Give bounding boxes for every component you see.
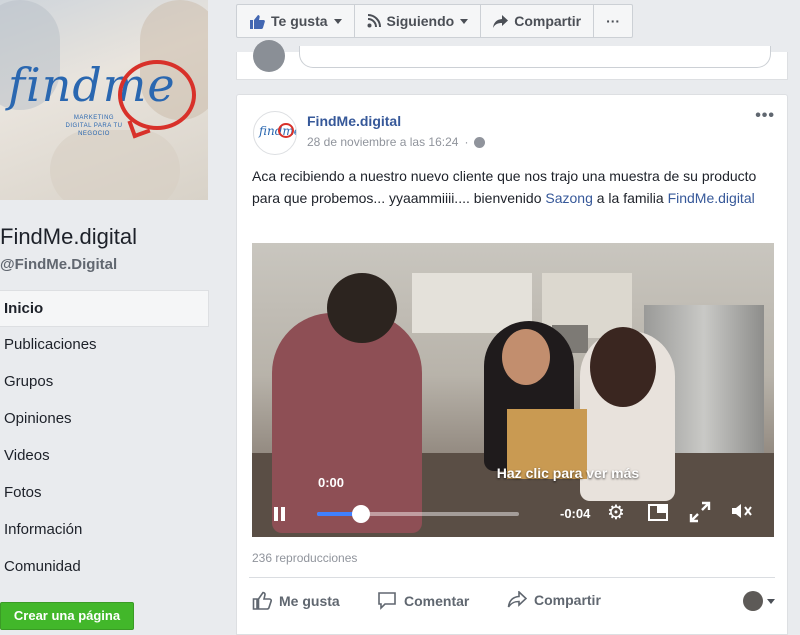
share-page-button[interactable]: Compartir bbox=[481, 5, 595, 37]
comment-button[interactable]: Comentar bbox=[377, 591, 469, 610]
video-person bbox=[327, 273, 397, 343]
previous-post-fragment bbox=[236, 40, 788, 80]
video-progress-bar[interactable] bbox=[317, 505, 519, 523]
comment-label: Comentar bbox=[404, 592, 470, 609]
rss-icon bbox=[367, 14, 381, 28]
follow-page-button[interactable]: Siguiendo bbox=[355, 5, 482, 37]
like-label: Me gusta bbox=[279, 592, 340, 609]
page-nav: Inicio Publicaciones Grupos Opiniones Vi… bbox=[0, 290, 209, 586]
divider bbox=[249, 577, 775, 578]
post-author-avatar[interactable]: findme bbox=[253, 111, 297, 155]
sidebar-item-informacion[interactable]: Información bbox=[0, 512, 209, 549]
page-handle[interactable]: @FindMe.Digital bbox=[0, 256, 117, 273]
avatar bbox=[253, 40, 285, 72]
sidebar-item-inicio[interactable]: Inicio bbox=[0, 290, 209, 327]
post-options-button[interactable]: ••• bbox=[755, 107, 775, 125]
chevron-down-icon[interactable] bbox=[767, 599, 775, 604]
video-person bbox=[590, 327, 656, 407]
sidebar-item-videos[interactable]: Videos bbox=[0, 438, 209, 475]
post-text: Aca recibiendo a nuestro nuevo cliente q… bbox=[252, 165, 777, 209]
brand-logo-bubble-icon bbox=[118, 60, 196, 130]
thumbs-up-icon bbox=[252, 591, 272, 610]
page-sidebar: findme MARKETING DIGITAL PARA TU NEGOCIO… bbox=[0, 0, 222, 635]
comment-input[interactable] bbox=[299, 46, 771, 68]
mention-sazong[interactable]: Sazong bbox=[545, 190, 592, 206]
like-button[interactable]: Me gusta bbox=[252, 591, 340, 610]
like-page-label: Te gusta bbox=[271, 13, 328, 29]
video-player[interactable]: Haz clic para ver más 0:00 -0:04 ⚙ bbox=[252, 243, 774, 537]
post-text-part: a la familia bbox=[592, 190, 668, 206]
share-button[interactable]: Compartir bbox=[507, 591, 601, 608]
video-scrubber-handle[interactable] bbox=[352, 505, 371, 523]
sidebar-item-publicaciones[interactable]: Publicaciones bbox=[0, 327, 209, 364]
more-options-button[interactable]: ··· bbox=[594, 5, 632, 37]
gear-icon[interactable]: ⚙ bbox=[604, 501, 628, 525]
page-title[interactable]: FindMe.digital bbox=[0, 224, 137, 250]
picture-in-picture-icon[interactable] bbox=[646, 501, 670, 525]
post-actions: Me gusta Comentar Compartir bbox=[237, 585, 789, 617]
thumbs-up-icon bbox=[250, 14, 265, 29]
chevron-down-icon bbox=[460, 18, 469, 24]
create-page-button[interactable]: Crear una página bbox=[0, 602, 134, 630]
chevron-down-icon bbox=[333, 18, 342, 24]
video-current-time: 0:00 bbox=[318, 475, 345, 490]
share-arrow-icon bbox=[493, 14, 509, 28]
video-controls: -0:04 ⚙ bbox=[252, 495, 774, 531]
view-count[interactable]: 236 reproducciones bbox=[252, 551, 357, 565]
mention-findme[interactable]: FindMe.digital bbox=[668, 190, 755, 206]
share-label: Compartir bbox=[534, 591, 601, 608]
brand-logo-bubble-icon bbox=[278, 123, 294, 138]
share-page-label: Compartir bbox=[514, 13, 582, 29]
video-remaining-time: -0:04 bbox=[560, 506, 591, 521]
pause-icon[interactable] bbox=[274, 507, 286, 521]
sidebar-item-comunidad[interactable]: Comunidad bbox=[0, 549, 209, 586]
sidebar-item-grupos[interactable]: Grupos bbox=[0, 364, 209, 401]
sidebar-item-fotos[interactable]: Fotos bbox=[0, 475, 209, 512]
video-person bbox=[502, 329, 550, 385]
facebook-page: findme MARKETING DIGITAL PARA TU NEGOCIO… bbox=[0, 0, 800, 635]
sidebar-item-opiniones[interactable]: Opiniones bbox=[0, 401, 209, 438]
follow-page-label: Siguiendo bbox=[386, 13, 455, 29]
post-timestamp[interactable]: 28 de noviembre a las 16:24 bbox=[307, 135, 458, 149]
post-author-name[interactable]: FindMe.digital bbox=[307, 113, 401, 129]
volume-muted-icon[interactable] bbox=[730, 501, 754, 525]
post-meta: 28 de noviembre a las 16:24 · bbox=[307, 135, 486, 149]
profile-picture[interactable]: findme MARKETING DIGITAL PARA TU NEGOCIO bbox=[0, 0, 208, 200]
like-page-button[interactable]: Te gusta bbox=[237, 5, 355, 37]
avatar[interactable] bbox=[743, 591, 763, 611]
post-card: findme FindMe.digital 28 de noviembre a … bbox=[236, 94, 788, 635]
page-action-bar: Te gusta Siguiendo Compartir ··· bbox=[236, 4, 634, 38]
comment-icon bbox=[378, 592, 396, 610]
cover-photo-figure bbox=[50, 130, 180, 200]
globe-icon bbox=[474, 136, 486, 148]
brand-logo-tagline: MARKETING DIGITAL PARA TU NEGOCIO bbox=[65, 115, 123, 137]
more-options-icon: ··· bbox=[606, 13, 621, 29]
share-arrow-icon bbox=[507, 591, 527, 608]
fullscreen-icon[interactable] bbox=[688, 501, 712, 525]
